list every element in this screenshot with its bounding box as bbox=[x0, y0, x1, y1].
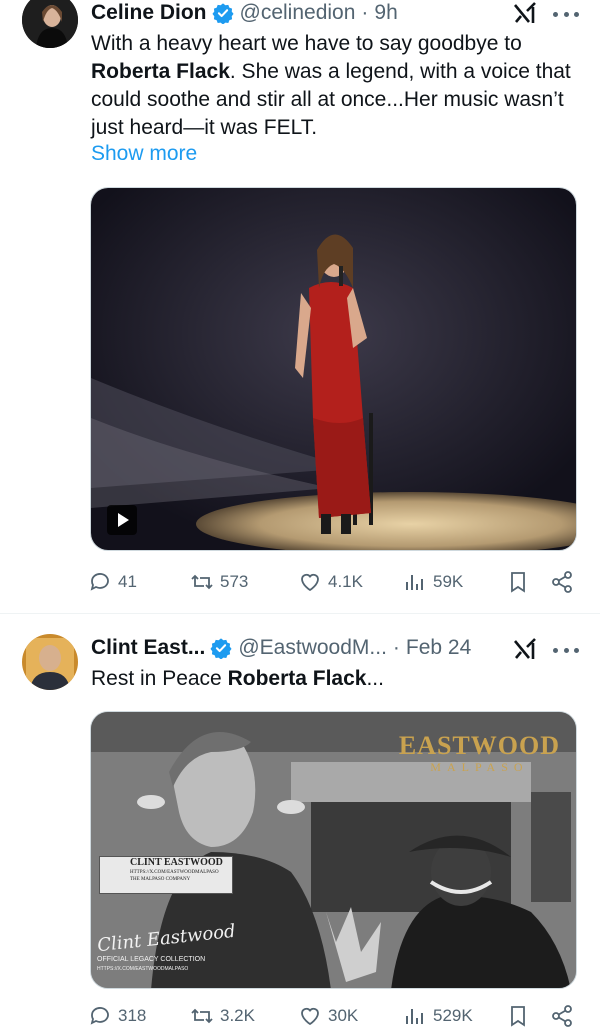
avatar[interactable] bbox=[22, 0, 78, 48]
bookmark-icon[interactable] bbox=[506, 570, 530, 594]
display-name[interactable]: Clint East... bbox=[91, 636, 205, 660]
verified-badge-icon bbox=[211, 3, 234, 24]
reply-icon bbox=[90, 573, 109, 591]
verified-badge-icon bbox=[210, 638, 232, 659]
text-part: With a heavy heart we have to say goodby… bbox=[91, 32, 522, 55]
handle[interactable]: @celinedion bbox=[240, 1, 356, 25]
tweet-actions: 318 3.2K 30K 529K bbox=[88, 1001, 580, 1029]
card-title: CLINT EASTWOOD bbox=[130, 857, 223, 868]
reply-button[interactable]: 41 bbox=[88, 567, 137, 597]
text-part: Rest in Peace bbox=[91, 667, 228, 690]
tweet-actions: 41 573 4.1K 59K bbox=[88, 567, 580, 597]
separator-dot: · bbox=[361, 1, 369, 24]
repost-count: 573 bbox=[220, 572, 249, 591]
brand-top: EASTWOOD bbox=[398, 731, 560, 760]
more-icon[interactable] bbox=[553, 646, 579, 654]
repost-icon bbox=[191, 574, 213, 590]
tweet-text: Rest in Peace Roberta Flack... bbox=[91, 665, 586, 693]
repost-count: 3.2K bbox=[220, 1006, 255, 1025]
like-icon bbox=[301, 1007, 319, 1026]
views-icon bbox=[406, 1009, 423, 1024]
more-icon[interactable] bbox=[553, 10, 579, 18]
views-button[interactable]: 59K bbox=[403, 567, 463, 597]
play-icon[interactable] bbox=[107, 505, 137, 535]
views-button[interactable]: 529K bbox=[403, 1001, 473, 1029]
handle[interactable]: @EastwoodM... bbox=[238, 636, 387, 660]
legacy-line-1: OFFICIAL LEGACY COLLECTION bbox=[97, 956, 206, 963]
brand-logo: EASTWOOD MALPASO bbox=[398, 731, 560, 775]
separator-dot: · bbox=[392, 636, 400, 659]
display-name[interactable]: Celine Dion bbox=[91, 1, 207, 25]
show-more-link[interactable]: Show more bbox=[91, 142, 197, 166]
repost-button[interactable]: 3.2K bbox=[190, 1001, 255, 1029]
card-company: THE MALPASO COMPANY bbox=[130, 877, 191, 882]
bookmark-icon[interactable] bbox=[506, 1004, 530, 1028]
timestamp[interactable]: Feb 24 bbox=[406, 636, 471, 660]
grok-icon[interactable] bbox=[512, 1, 538, 25]
text-bold: Roberta Flack bbox=[91, 60, 230, 83]
video-media[interactable] bbox=[90, 187, 577, 551]
brand-bottom: MALPASO bbox=[430, 760, 529, 774]
tweet-text: With a heavy heart we have to say goodby… bbox=[91, 30, 586, 142]
tweet-celine-dion[interactable]: Celine Dion @celinedion · 9h With a heav… bbox=[0, 0, 600, 610]
timestamp[interactable]: 9h bbox=[374, 1, 397, 25]
photo-media[interactable]: EASTWOOD MALPASO CLINT EASTWOOD HTTPS://… bbox=[90, 711, 577, 989]
views-count: 529K bbox=[433, 1006, 473, 1025]
reply-button[interactable]: 318 bbox=[88, 1001, 146, 1029]
like-icon bbox=[301, 573, 319, 592]
reply-count: 41 bbox=[118, 572, 137, 591]
share-icon[interactable] bbox=[550, 1004, 574, 1028]
text-bold: Roberta Flack bbox=[227, 667, 367, 690]
video-thumbnail bbox=[91, 188, 576, 550]
avatar[interactable] bbox=[22, 634, 78, 690]
tweet-header: Clint East... @EastwoodM... · Feb 24 bbox=[91, 634, 471, 662]
tweet-clint-eastwood[interactable]: Clint East... @EastwoodM... · Feb 24 Res… bbox=[0, 614, 600, 1029]
like-button[interactable]: 4.1K bbox=[298, 567, 363, 597]
views-count: 59K bbox=[433, 572, 464, 591]
reply-count: 318 bbox=[118, 1006, 147, 1025]
text-part: ... bbox=[366, 667, 384, 690]
grok-icon[interactable] bbox=[512, 637, 538, 661]
views-icon bbox=[406, 575, 423, 590]
share-icon[interactable] bbox=[550, 570, 574, 594]
repost-icon bbox=[191, 1008, 213, 1024]
eastwood-card: CLINT EASTWOOD HTTPS://X.COM/EASTWOODMAL… bbox=[99, 856, 233, 894]
like-count: 30K bbox=[328, 1006, 359, 1025]
reply-icon bbox=[90, 1007, 109, 1025]
tweet-header: Celine Dion @celinedion · 9h bbox=[91, 0, 398, 27]
repost-button[interactable]: 573 bbox=[190, 567, 248, 597]
like-button[interactable]: 30K bbox=[298, 1001, 358, 1029]
card-url: HTTPS://X.COM/EASTWOODMALPASO bbox=[130, 870, 219, 875]
like-count: 4.1K bbox=[328, 572, 363, 591]
legacy-line-2: HTTPS://X.COM/EASTWOODMALPASO bbox=[97, 966, 189, 972]
